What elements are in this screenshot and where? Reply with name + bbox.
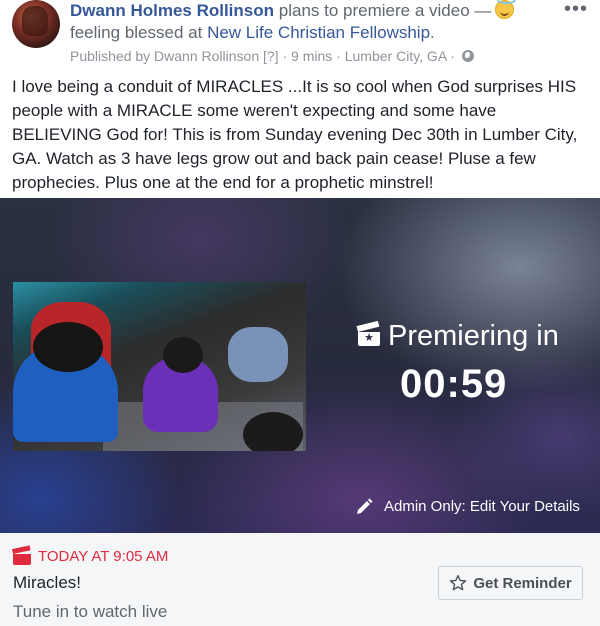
meta-separator: · xyxy=(282,48,288,64)
meta-separator: · xyxy=(336,48,341,64)
feeling-text: feeling blessed at xyxy=(70,23,203,42)
clapperboard-icon xyxy=(11,545,31,565)
premiere-label: ★ Premiering in xyxy=(356,318,559,354)
star-outline-icon xyxy=(449,574,467,592)
place-suffix: . xyxy=(430,23,435,42)
event-date: TODAY AT 9:05 AM xyxy=(11,545,169,567)
place-link[interactable]: New Life Christian Fellowship xyxy=(207,23,430,42)
video-thumbnail[interactable] xyxy=(13,282,306,451)
get-reminder-button[interactable]: Get Reminder xyxy=(438,566,583,600)
meta-separator: · xyxy=(450,48,455,64)
post-meta: Published by Dwann Rollinson [?] · 9 min… xyxy=(70,46,474,66)
globe-icon[interactable] xyxy=(461,50,474,62)
admin-edit-label: Admin Only: Edit Your Details xyxy=(384,498,580,515)
help-link[interactable]: [?] xyxy=(263,48,279,64)
pencil-icon xyxy=(354,497,374,517)
header-line: Dwann Holmes Rollinson plans to premiere… xyxy=(70,0,517,22)
event-title[interactable]: Miracles! xyxy=(13,572,81,594)
countdown-timer: 00:59 xyxy=(400,362,508,406)
author-avatar[interactable] xyxy=(12,0,60,48)
post-location[interactable]: Lumber City, GA xyxy=(345,48,447,64)
premiere-video[interactable]: ★ Premiering in 00:59 Admin Only: Edit Y… xyxy=(0,198,600,533)
clapperboard-star-icon: ★ xyxy=(356,320,380,346)
premiere-text: Premiering in xyxy=(388,320,559,352)
post-time[interactable]: 9 mins xyxy=(291,48,332,64)
event-date-text: TODAY AT 9:05 AM xyxy=(38,548,169,565)
get-reminder-label: Get Reminder xyxy=(473,574,572,592)
event-footer: TODAY AT 9:05 AM Miracles! Tune in to wa… xyxy=(0,533,600,626)
published-by: Published by Dwann Rollinson xyxy=(70,48,260,64)
more-options-button[interactable]: ••• xyxy=(564,0,588,19)
event-subtitle: Tune in to watch live xyxy=(13,602,168,621)
post-card: Dwann Holmes Rollinson plans to premiere… xyxy=(0,0,600,626)
author-name-link[interactable]: Dwann Holmes Rollinson xyxy=(70,1,274,20)
admin-edit-link[interactable]: Admin Only: Edit Your Details xyxy=(354,496,580,518)
feeling-line: feeling blessed at New Life Christian Fe… xyxy=(70,22,435,44)
smiling-halo-face-icon xyxy=(495,0,517,19)
post-text: I love being a conduit of MIRACLES ...It… xyxy=(12,77,578,192)
post-action: plans to premiere a video — xyxy=(278,1,492,20)
